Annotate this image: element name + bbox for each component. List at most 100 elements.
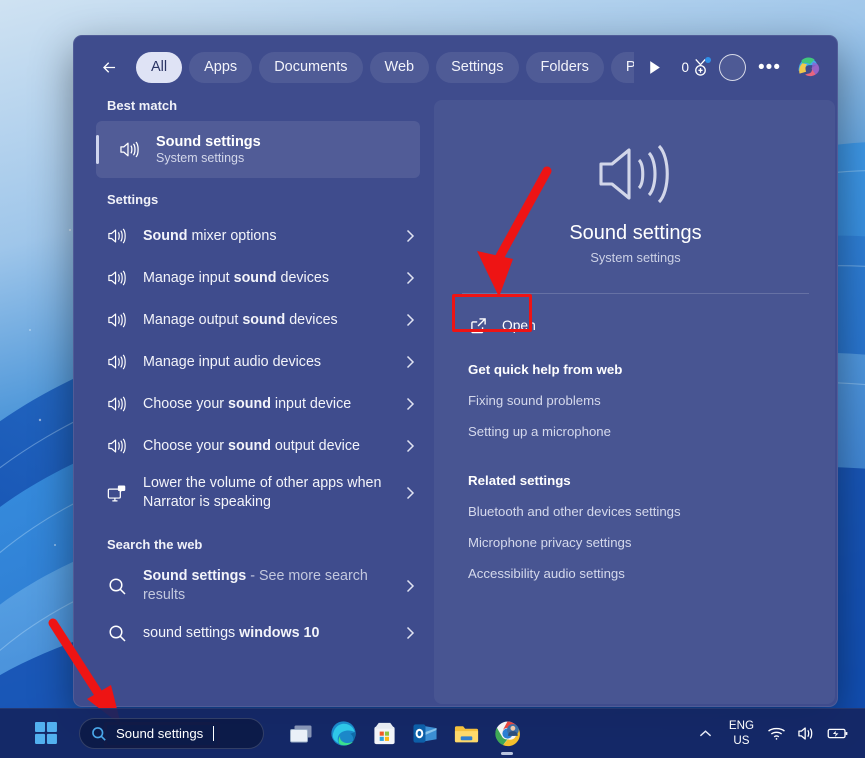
tab-settings[interactable]: Settings: [436, 51, 519, 83]
web-result-row[interactable]: Sound settings - See more search results: [96, 560, 420, 612]
windows-start-icon[interactable]: [26, 714, 66, 754]
chevron-right-icon: [400, 355, 420, 369]
settings-result-row[interactable]: Lower the volume of other apps when Narr…: [96, 467, 420, 519]
tab-photos[interactable]: Photos: [610, 51, 634, 83]
more-options-button[interactable]: •••: [752, 58, 787, 77]
battery-charging-icon[interactable]: [827, 726, 849, 741]
search-icon: [92, 726, 106, 741]
result-label: Manage output sound devices: [143, 311, 338, 328]
outlook-icon[interactable]: [409, 718, 441, 750]
chevron-right-icon: [400, 486, 420, 500]
microsoft-store-icon[interactable]: [368, 718, 400, 750]
speaker-icon: [116, 140, 142, 159]
best-match-title: Sound settings: [156, 134, 261, 150]
file-explorer-icon[interactable]: [450, 718, 482, 750]
chevron-right-icon: [400, 397, 420, 411]
result-label: Choose your sound output device: [143, 437, 360, 454]
flyout-body: Best match Sound settings System setting…: [74, 98, 837, 706]
tab-apps[interactable]: Apps: [189, 51, 253, 83]
search-icon: [104, 577, 130, 596]
related-settings-link[interactable]: Microphone privacy settings: [460, 535, 811, 550]
volume-icon[interactable]: [797, 725, 816, 742]
language-indicator[interactable]: ENG US: [729, 719, 754, 747]
taskbar-left-group: Sound settings: [0, 714, 523, 755]
annotation-rect-open-button: [452, 294, 532, 332]
result-label: sound settings windows 10: [143, 624, 320, 641]
wifi-icon[interactable]: [767, 726, 786, 741]
related-settings-link[interactable]: Bluetooth and other devices settings: [460, 504, 811, 519]
result-label: Manage input sound devices: [143, 269, 329, 286]
rewards-button[interactable]: 0: [678, 54, 714, 81]
preview-subtitle: System settings: [590, 250, 681, 265]
task-view-icon[interactable]: [286, 718, 318, 750]
speaker-icon: [104, 437, 130, 455]
settings-result-row[interactable]: Manage input sound devices: [96, 257, 420, 299]
show-hidden-icons-button[interactable]: [695, 723, 716, 745]
settings-result-row[interactable]: Choose your sound output device: [96, 425, 420, 467]
tab-folders[interactable]: Folders: [525, 51, 604, 83]
settings-result-row[interactable]: Sound mixer options: [96, 215, 420, 257]
best-match-subtitle: System settings: [156, 151, 245, 165]
chevron-right-icon: [400, 626, 420, 640]
account-circle-icon[interactable]: [719, 53, 747, 81]
tabs-scroll-right-button[interactable]: [642, 54, 668, 80]
app-running-indicator: [501, 752, 513, 755]
preview-column: Sound settings System settings Open Get …: [434, 100, 835, 704]
preview-hero: Sound settings System settings: [460, 126, 811, 265]
chevron-right-icon: [400, 229, 420, 243]
filter-tabs: All Apps Documents Web Settings Folders …: [136, 51, 634, 83]
related-settings-section-label: Related settings: [468, 473, 571, 488]
settings-result-row[interactable]: Manage output sound devices: [96, 299, 420, 341]
best-match-result[interactable]: Sound settings System settings: [96, 121, 420, 178]
search-flyout-panel: All Apps Documents Web Settings Folders …: [73, 35, 838, 707]
taskbar-app-buttons: [286, 718, 523, 755]
speaker-icon: [104, 269, 130, 287]
quick-help-link[interactable]: Setting up a microphone: [460, 424, 811, 439]
chevron-up-icon: [699, 729, 711, 736]
selection-accent-bar: [96, 135, 99, 164]
settings-result-row[interactable]: Manage input audio devices: [96, 341, 420, 383]
quick-help-link[interactable]: Fixing sound problems: [460, 393, 811, 408]
result-label: Manage input audio devices: [143, 353, 322, 370]
back-button[interactable]: [94, 52, 124, 82]
rewards-count: 0: [681, 59, 690, 75]
language-secondary: US: [733, 733, 750, 747]
speaker-icon: [104, 395, 130, 413]
chevron-right-icon: [400, 313, 420, 327]
settings-results-list: Sound mixer options Manage input sound de…: [74, 215, 434, 519]
result-label: Choose your sound input device: [143, 395, 352, 412]
header-actions: 0 •••: [668, 52, 823, 82]
preview-title: Sound settings: [569, 222, 702, 244]
chrome-icon[interactable]: [491, 718, 523, 755]
search-header: All Apps Documents Web Settings Folders …: [74, 36, 837, 98]
system-tray-icons: [767, 725, 849, 742]
quick-help-section-label: Get quick help from web: [468, 362, 623, 377]
taskbar-search-value: Sound settings: [116, 726, 204, 741]
related-settings-link[interactable]: Accessibility audio settings: [460, 566, 811, 581]
tab-documents[interactable]: Documents: [259, 51, 363, 83]
taskbar-search-box[interactable]: Sound settings: [79, 718, 264, 749]
result-label: Sound settings - See more search results: [143, 568, 368, 603]
narrator-monitor-icon: [104, 484, 130, 503]
settings-section-label: Settings: [107, 192, 159, 207]
chevron-right-icon: [400, 439, 420, 453]
results-column: Best match Sound settings System setting…: [74, 98, 434, 706]
taskbar: Sound settings ENG US: [0, 708, 865, 758]
language-primary: ENG: [728, 719, 754, 733]
taskbar-tray: ENG US: [695, 719, 865, 747]
web-results-list: Sound settings - See more search results…: [74, 560, 434, 654]
chevron-right-icon: [400, 271, 420, 285]
rewards-notification-dot: [705, 56, 712, 63]
settings-result-row[interactable]: Choose your sound input device: [96, 383, 420, 425]
chevron-right-icon: [400, 579, 420, 593]
text-cursor: [213, 726, 215, 741]
speaker-icon: [104, 227, 130, 245]
best-match-text: Sound settings System settings: [156, 134, 261, 165]
web-result-row[interactable]: sound settings windows 10: [96, 612, 420, 654]
tab-web[interactable]: Web: [369, 51, 430, 83]
result-label: Sound mixer options: [143, 227, 277, 244]
tab-all[interactable]: All: [136, 51, 183, 83]
web-section-label: Search the web: [107, 537, 203, 552]
edge-icon[interactable]: [327, 718, 359, 750]
copilot-icon[interactable]: [793, 52, 823, 82]
